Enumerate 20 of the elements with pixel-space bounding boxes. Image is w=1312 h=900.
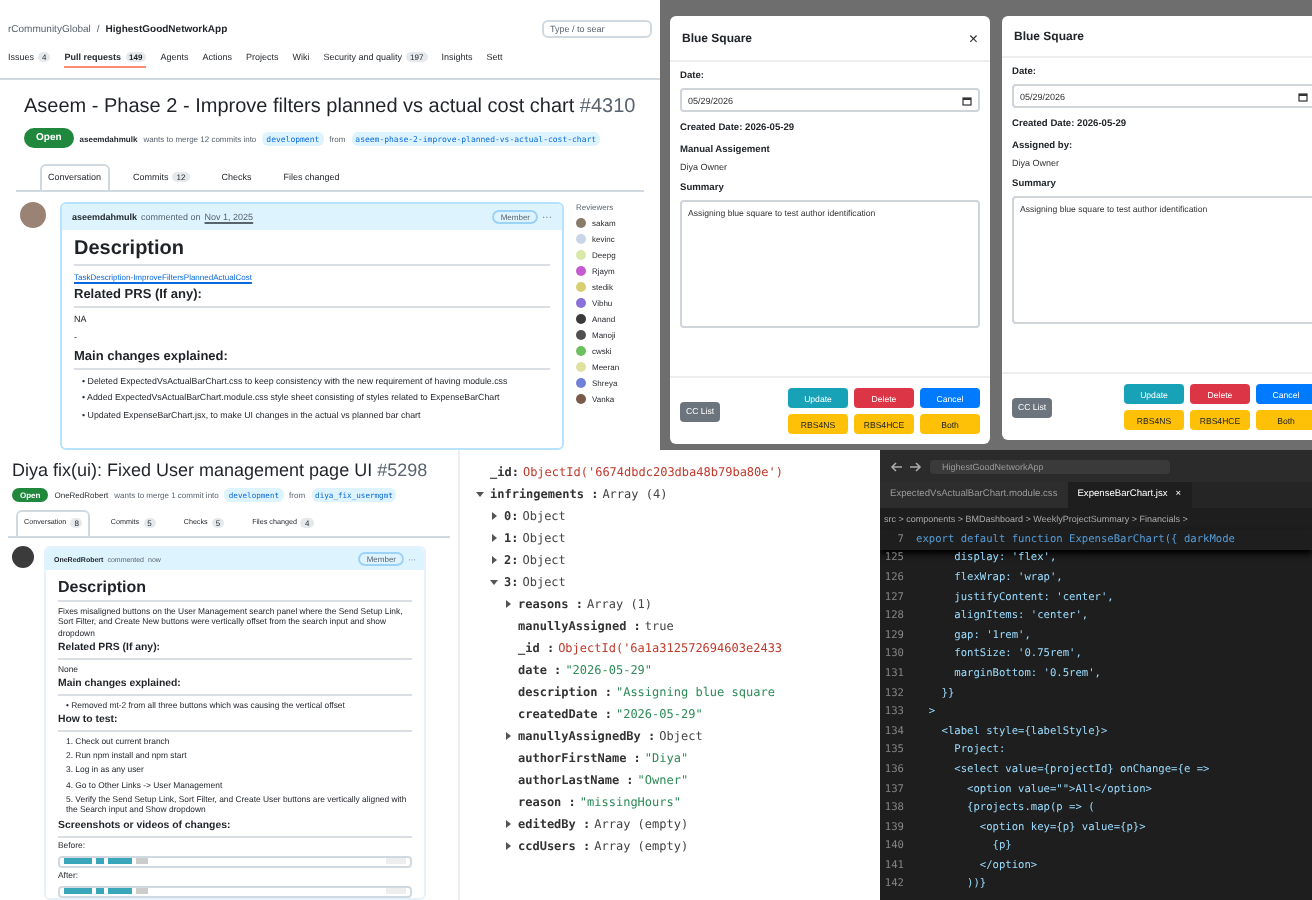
- collapse-caret-icon[interactable]: [476, 489, 486, 501]
- back-arrow-icon[interactable]: [890, 461, 902, 471]
- expand-caret-icon[interactable]: [504, 819, 514, 831]
- collapse-caret-icon[interactable]: [490, 577, 500, 589]
- expand-caret-icon[interactable]: [504, 731, 514, 743]
- calendar-icon[interactable]: [1298, 91, 1308, 101]
- expand-caret-icon[interactable]: [490, 555, 500, 567]
- section-heading: Description: [74, 238, 550, 266]
- avatar-icon: [12, 546, 34, 568]
- section-heading: Description: [58, 578, 412, 602]
- expand-caret-icon[interactable]: [490, 511, 500, 523]
- expand-caret-icon[interactable]: [490, 533, 500, 545]
- avatar-icon: [20, 202, 46, 228]
- pr-title: Aseem - Phase 2 - Improve filters planned vs actual cost chart #4310: [22, 94, 638, 122]
- calendar-icon[interactable]: [962, 95, 972, 105]
- expand-caret-icon[interactable]: [504, 841, 514, 853]
- pr-title: Diya fix(ui): Fixed User management page UI #5298: [10, 458, 430, 484]
- close-button[interactable]: ×: [968, 32, 978, 48]
- forward-arrow-icon[interactable]: [910, 461, 922, 471]
- expand-caret-icon[interactable]: [504, 599, 514, 611]
